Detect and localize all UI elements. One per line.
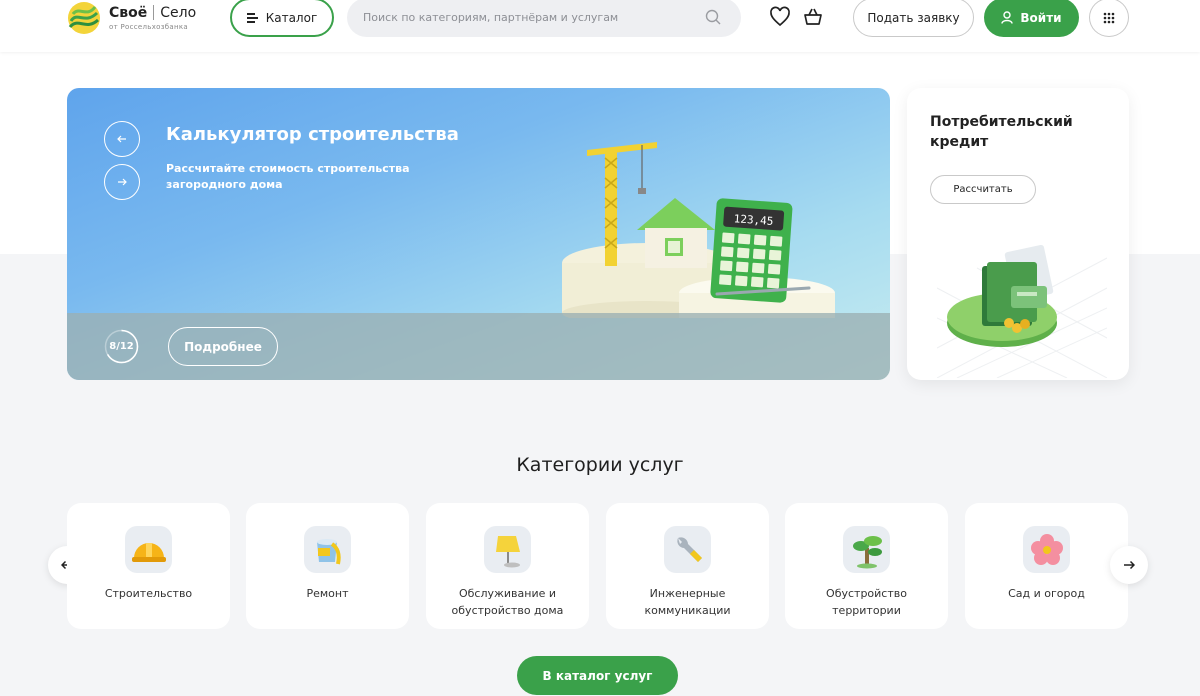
category-label: Обслуживание и обустройство дома <box>451 587 564 617</box>
construction-illustration: 123,45 <box>562 142 835 318</box>
arrow-right-icon <box>1124 560 1135 570</box>
catalog-button[interactable]: Каталог <box>230 0 334 37</box>
banner-next-button[interactable] <box>104 164 140 200</box>
wallet-illustration <box>937 244 1107 378</box>
banner-description: Рассчитайте стоимость строительства заго… <box>166 162 410 191</box>
logo[interactable]: Своё Село от Россельхозбанка <box>67 0 196 36</box>
category-card-territory[interactable]: Обустройство территории <box>785 503 948 629</box>
catalog-button-label: Каталог <box>265 10 318 25</box>
banner-more-button[interactable]: Подробнее <box>168 327 278 366</box>
apps-grid-icon <box>1103 12 1115 23</box>
user-icon <box>1001 11 1014 24</box>
category-label: Ремонт <box>306 587 349 600</box>
hard-hat-icon <box>125 526 172 573</box>
calculator-display: 123,45 <box>733 212 774 228</box>
search-bar <box>347 0 741 37</box>
basket-icon[interactable] <box>802 6 824 28</box>
logo-mark-icon <box>68 2 100 34</box>
submit-request-label: Подать заявку <box>867 10 960 25</box>
credit-calculate-button[interactable]: Рассчитать <box>930 175 1036 204</box>
services-catalog-button[interactable]: В каталог услуг <box>517 656 678 695</box>
submit-request-button[interactable]: Подать заявку <box>853 0 974 37</box>
category-label: Строительство <box>104 587 193 600</box>
credit-calculate-label: Рассчитать <box>953 184 1013 195</box>
category-card-construction[interactable]: Строительство <box>67 503 230 629</box>
category-card-home-maintenance[interactable]: Обслуживание и обустройство дома <box>426 503 589 629</box>
services-catalog-label: В каталог услуг <box>542 668 653 683</box>
logo-subtitle: от Россельхозбанка <box>109 23 188 31</box>
search-input[interactable] <box>363 11 703 24</box>
category-label: Обустройство территории <box>826 587 907 617</box>
category-card-utilities[interactable]: Инженерные коммуникации <box>606 503 769 629</box>
category-label: Сад и огород <box>1008 587 1085 600</box>
wrench-icon <box>664 526 711 573</box>
lamp-icon <box>484 526 531 573</box>
tree-icon <box>843 526 890 573</box>
logo-product: Село <box>160 4 197 21</box>
categories-next-button[interactable] <box>1110 546 1148 584</box>
flower-icon <box>1023 526 1070 573</box>
slide-counter-label: 8/12 <box>109 341 134 352</box>
apps-menu-button[interactable] <box>1089 0 1129 37</box>
category-card-repair[interactable]: Ремонт <box>246 503 409 629</box>
login-button[interactable]: Войти <box>984 0 1079 37</box>
consumer-credit-card[interactable]: Потребительский кредит Рассчитать <box>907 88 1129 380</box>
heart-icon[interactable] <box>769 6 791 28</box>
site-header: Своё Село от Россельхозбанка Каталог Под… <box>0 0 1200 52</box>
credit-title: Потребительский кредит <box>930 114 1073 150</box>
slide-counter: 8/12 <box>104 329 139 364</box>
category-card-garden[interactable]: Сад и огород <box>965 503 1128 629</box>
banner-title: Калькулятор строительства <box>166 124 459 145</box>
banner-prev-button[interactable] <box>104 121 140 157</box>
categories-title: Категории услуг <box>516 454 684 476</box>
paint-bucket-icon <box>304 526 351 573</box>
promo-banner[interactable]: 123,45 Калькулятор строительства Рассчит… <box>67 88 890 380</box>
search-icon[interactable] <box>705 9 721 25</box>
arrow-left-icon <box>117 135 126 143</box>
arrow-right-icon <box>118 178 127 186</box>
banner-more-label: Подробнее <box>184 339 262 354</box>
logo-name: Своё <box>109 4 148 21</box>
login-label: Войти <box>1020 10 1062 25</box>
category-label: Инженерные коммуникации <box>644 587 731 617</box>
burger-icon <box>246 13 258 23</box>
